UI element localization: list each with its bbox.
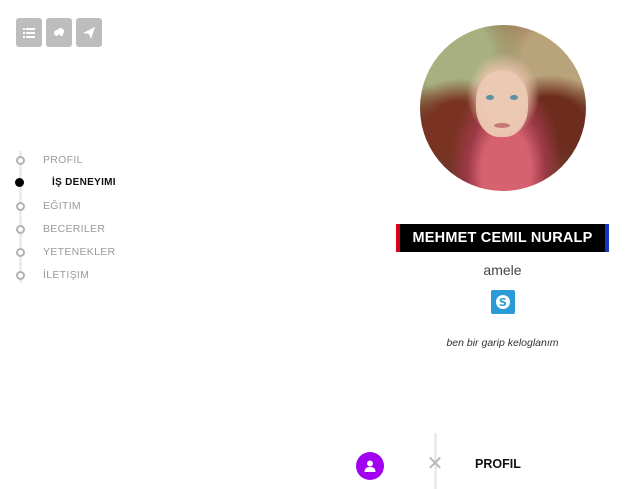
nav-dot	[16, 270, 25, 280]
profile-avatar	[420, 25, 586, 191]
profile-name: MEHMET CEMIL NURALP	[396, 224, 609, 252]
nav-item-label: İŞ DENEYIMI	[52, 177, 116, 188]
avatar-eye	[510, 95, 518, 100]
cloud-button[interactable]	[46, 18, 72, 47]
top-toolbar	[16, 18, 102, 47]
nav-item-label: EĞITIM	[43, 199, 81, 212]
nav-item-label: PROFIL	[43, 153, 83, 166]
avatar-eye	[486, 95, 494, 100]
user-icon	[364, 460, 376, 472]
nav-item-is-deneyimi[interactable]: İŞ DENEYIMI	[14, 171, 116, 194]
nav-dot	[16, 201, 25, 211]
cloud-icon	[54, 27, 64, 39]
nav-item-egitim[interactable]: EĞITIM	[14, 194, 116, 217]
section-title: PROFIL	[475, 457, 521, 471]
nav-item-iletisim[interactable]: İLETIŞIM	[14, 263, 116, 286]
send-button[interactable]	[76, 18, 102, 47]
avatar-lips	[494, 123, 510, 128]
close-icon[interactable]: ✕	[425, 452, 445, 474]
profile-bio: ben bir garip keloglanım	[446, 337, 559, 349]
list-icon	[23, 27, 35, 38]
nav-item-label: YETENEKLER	[43, 245, 116, 258]
nav-item-profil[interactable]: PROFIL	[14, 148, 116, 171]
nav-dot	[16, 155, 25, 165]
nav-dot-active	[15, 178, 24, 187]
section-nav: PROFIL İŞ DENEYIMI EĞITIM BECERILER YETE…	[14, 148, 116, 286]
user-section-button[interactable]	[356, 452, 384, 480]
skype-button[interactable]: S	[491, 290, 515, 314]
list-button[interactable]	[16, 18, 42, 47]
profile-job-title: amele	[483, 262, 522, 278]
nav-item-beceriler[interactable]: BECERILER	[14, 217, 116, 240]
nav-item-yetenekler[interactable]: YETENEKLER	[14, 240, 116, 263]
nav-item-label: BECERILER	[43, 222, 106, 235]
nav-dot	[16, 247, 25, 257]
paper-plane-icon	[83, 26, 95, 39]
nav-item-label: İLETIŞIM	[43, 268, 90, 281]
skype-icon: S	[496, 295, 510, 309]
nav-dot	[16, 224, 25, 234]
